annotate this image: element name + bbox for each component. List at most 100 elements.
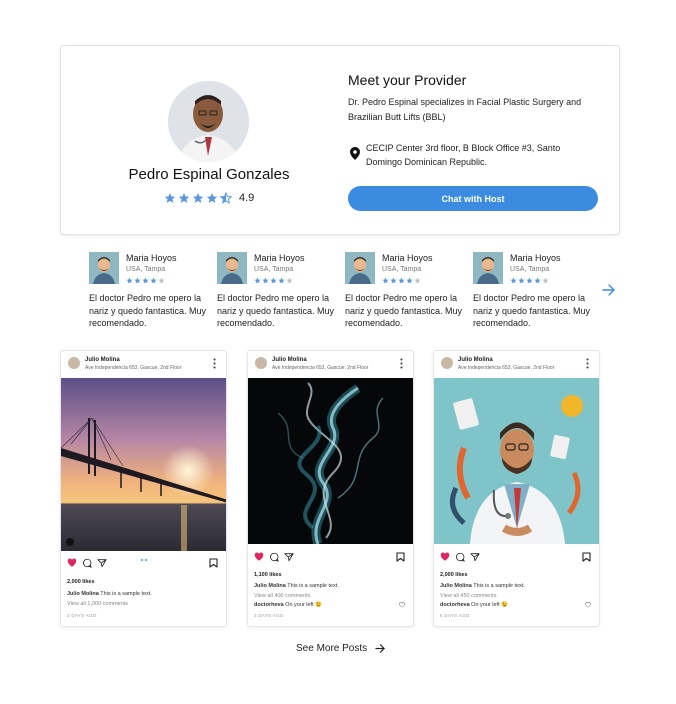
star-icon — [126, 277, 133, 284]
bookmark-icon[interactable] — [209, 558, 218, 568]
caption-author[interactable]: Julio Molina — [67, 591, 99, 597]
comment-text: On your left 😉 — [469, 602, 508, 608]
post-image-smoke[interactable] — [248, 378, 413, 544]
star-icon — [518, 277, 525, 284]
post-actions — [67, 558, 107, 568]
provider-rating: 4.9 — [164, 192, 254, 204]
comment-icon[interactable] — [82, 558, 92, 568]
post-card: Julio Molina Ave Independencia 653, Gasc… — [60, 350, 227, 627]
reviewer-location: USA, Tampa — [254, 266, 294, 273]
comment-icon[interactable] — [455, 552, 465, 562]
review-text: El doctor Pedro me opero la nariz y qued… — [345, 293, 463, 328]
post-author-avatar[interactable] — [441, 357, 453, 369]
star-icon — [178, 193, 190, 203]
star-empty-icon — [542, 277, 549, 284]
bookmark-icon[interactable] — [396, 552, 405, 562]
share-icon[interactable] — [470, 552, 480, 562]
next-arrow-icon[interactable] — [602, 283, 616, 297]
post-image-doctor-illustration[interactable] — [434, 378, 599, 544]
heart-outline-icon[interactable] — [399, 602, 405, 608]
star-empty-icon — [286, 277, 293, 284]
comment-author[interactable]: doctorheva — [440, 602, 470, 608]
caption-author[interactable]: Julio Molina — [254, 583, 286, 589]
provider-name: Pedro Espinal Gonzales — [128, 166, 290, 183]
heart-icon[interactable] — [67, 558, 77, 568]
review-rating — [382, 277, 421, 284]
star-icon — [206, 193, 218, 203]
view-comments-link[interactable]: View all 400 comments — [254, 593, 310, 599]
heart-icon[interactable] — [440, 552, 450, 562]
review-rating — [510, 277, 549, 284]
post-author-name[interactable]: Julio Molina — [458, 357, 493, 363]
chat-with-host-button[interactable]: Chat with Host — [348, 186, 598, 211]
post-location: Ave Independencia 653, Gascue, 2nd Floor — [272, 365, 369, 371]
post-time: 3 DAYS AGO — [254, 613, 284, 618]
view-comments-link[interactable]: View all 1,000 comments — [67, 601, 128, 607]
post-caption: Julio Molina This is a sample text. — [254, 583, 339, 589]
star-icon — [398, 277, 405, 284]
heart-icon[interactable] — [254, 552, 264, 562]
provider-description: Dr. Pedro Espinal specializes in Facial … — [348, 97, 582, 122]
more-vertical-icon[interactable] — [586, 358, 589, 369]
star-icon — [526, 277, 533, 284]
share-icon[interactable] — [284, 552, 294, 562]
rating-value: 4.9 — [239, 192, 255, 204]
reviewer-avatar — [473, 252, 503, 284]
star-icon — [150, 277, 157, 284]
location-pin-icon — [350, 147, 360, 160]
post-location: Ave Independencia 653, Gascue, 2nd Floor — [458, 365, 555, 371]
star-empty-icon — [414, 277, 421, 284]
review-rating — [126, 277, 165, 284]
post-location: Ave Independencia 653, Gascue, 2nd Floor — [85, 365, 182, 371]
comment-icon[interactable] — [269, 552, 279, 562]
reviewer-avatar — [89, 252, 119, 284]
provider-location: CECIP Center 3rd floor, B Block Office #… — [366, 143, 561, 167]
review-text: El doctor Pedro me opero la nariz y qued… — [473, 293, 591, 328]
post-author-avatar[interactable] — [68, 357, 80, 369]
star-icon — [382, 277, 389, 284]
star-icon — [406, 277, 413, 284]
post-card: Julio Molina Ave Independencia 653, Gasc… — [247, 350, 414, 627]
post-actions — [440, 552, 480, 562]
post-author-name[interactable]: Julio Molina — [272, 357, 307, 363]
likes-count: 2,000 likes — [440, 572, 468, 578]
post-author-name[interactable]: Julio Molina — [85, 357, 120, 363]
post-time: 2 DAYS AGO — [67, 613, 97, 618]
post-header: Julio Molina Ave Independencia 653, Gasc… — [248, 351, 413, 378]
star-icon — [142, 277, 149, 284]
star-icon — [278, 277, 285, 284]
star-icon — [262, 277, 269, 284]
reviewer-name: Maria Hoyos — [510, 253, 561, 263]
see-more-label: See More Posts — [296, 643, 368, 654]
caption-text: This is a sample text. — [471, 583, 525, 589]
post-author-avatar[interactable] — [255, 357, 267, 369]
post-caption: Julio Molina This is a sample text. — [67, 591, 152, 597]
view-comments-link[interactable]: View all 450 comments — [440, 593, 496, 599]
comment-author[interactable]: doctorheva — [254, 602, 284, 608]
star-half-icon — [220, 192, 232, 204]
comment-text: On your left 😉 — [283, 602, 322, 608]
caption-text: This is a sample text. — [98, 591, 152, 597]
caption-author[interactable]: Julio Molina — [440, 583, 472, 589]
post-actions — [254, 552, 294, 562]
meet-provider-title: Meet your Provider — [348, 72, 467, 88]
arrow-right-icon — [375, 644, 385, 653]
review-text: El doctor Pedro me opero la nariz y qued… — [217, 293, 335, 328]
share-icon[interactable] — [97, 558, 107, 568]
star-icon — [534, 277, 541, 284]
post-image-bridge-sunset[interactable] — [61, 378, 226, 551]
reviewer-location: USA, Tampa — [382, 266, 422, 273]
more-vertical-icon[interactable] — [213, 358, 216, 369]
star-icon — [164, 193, 176, 203]
reviewer-name: Maria Hoyos — [254, 253, 305, 263]
see-more-posts-link[interactable]: See More Posts — [296, 643, 386, 654]
likes-count: 2,000 likes — [67, 579, 95, 585]
reviewer-avatar — [345, 252, 375, 284]
star-icon — [134, 277, 141, 284]
star-icon — [254, 277, 261, 284]
star-empty-icon — [158, 277, 165, 284]
heart-outline-icon[interactable] — [585, 602, 591, 608]
bookmark-icon[interactable] — [582, 552, 591, 562]
reviewer-location: USA, Tampa — [126, 266, 166, 273]
more-vertical-icon[interactable] — [400, 358, 403, 369]
